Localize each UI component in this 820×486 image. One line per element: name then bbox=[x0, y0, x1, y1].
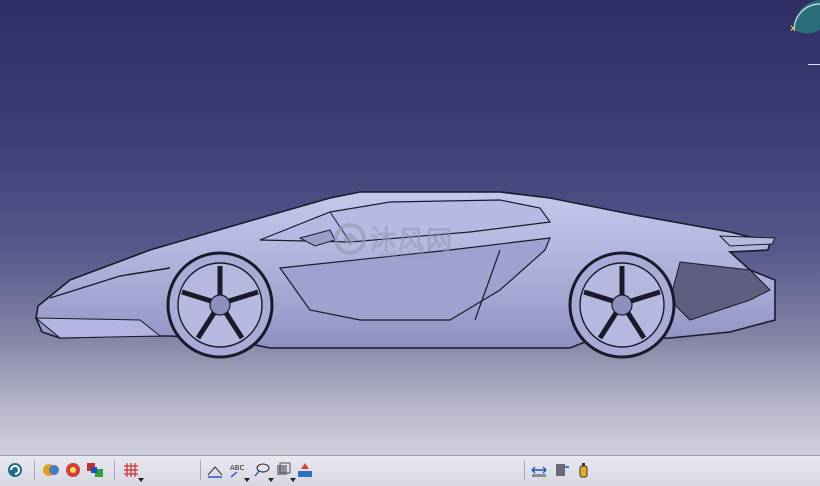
watermark-logo-icon bbox=[334, 223, 366, 255]
toolbar-separator bbox=[114, 460, 115, 480]
sketch-icon[interactable] bbox=[6, 461, 24, 479]
bottom-toolbar: ABC bbox=[0, 455, 820, 486]
compass-icon[interactable] bbox=[794, 0, 820, 40]
capture-icon[interactable] bbox=[296, 461, 314, 479]
render-icon[interactable] bbox=[64, 461, 82, 479]
dimension-icon[interactable] bbox=[206, 461, 224, 479]
part-design-icon[interactable] bbox=[42, 461, 60, 479]
measure-inertia-icon[interactable] bbox=[574, 461, 592, 479]
toolbar-separator bbox=[200, 460, 201, 480]
front-wheel bbox=[166, 251, 274, 359]
svg-text:ABC: ABC bbox=[230, 464, 244, 472]
rear-wheel bbox=[568, 251, 676, 359]
materials-icon[interactable] bbox=[86, 461, 104, 479]
flag-note-icon[interactable] bbox=[252, 461, 274, 482]
3d-viewport[interactable]: x 沐风网 www.mfcad.com bbox=[0, 0, 820, 455]
watermark-url: www.mfcad.com bbox=[378, 250, 445, 259]
text-annotation-icon[interactable]: ABC bbox=[228, 461, 250, 482]
3d-annotation-icon[interactable] bbox=[274, 461, 296, 482]
axis-x-label: x bbox=[790, 23, 796, 34]
grid-icon[interactable] bbox=[122, 461, 144, 482]
measure-between-icon[interactable] bbox=[530, 461, 548, 479]
toolbar-separator bbox=[524, 460, 525, 480]
toolbar-separator bbox=[34, 460, 35, 480]
car-model[interactable] bbox=[30, 180, 790, 360]
axis-tick bbox=[808, 64, 820, 65]
measure-item-icon[interactable] bbox=[552, 461, 570, 479]
